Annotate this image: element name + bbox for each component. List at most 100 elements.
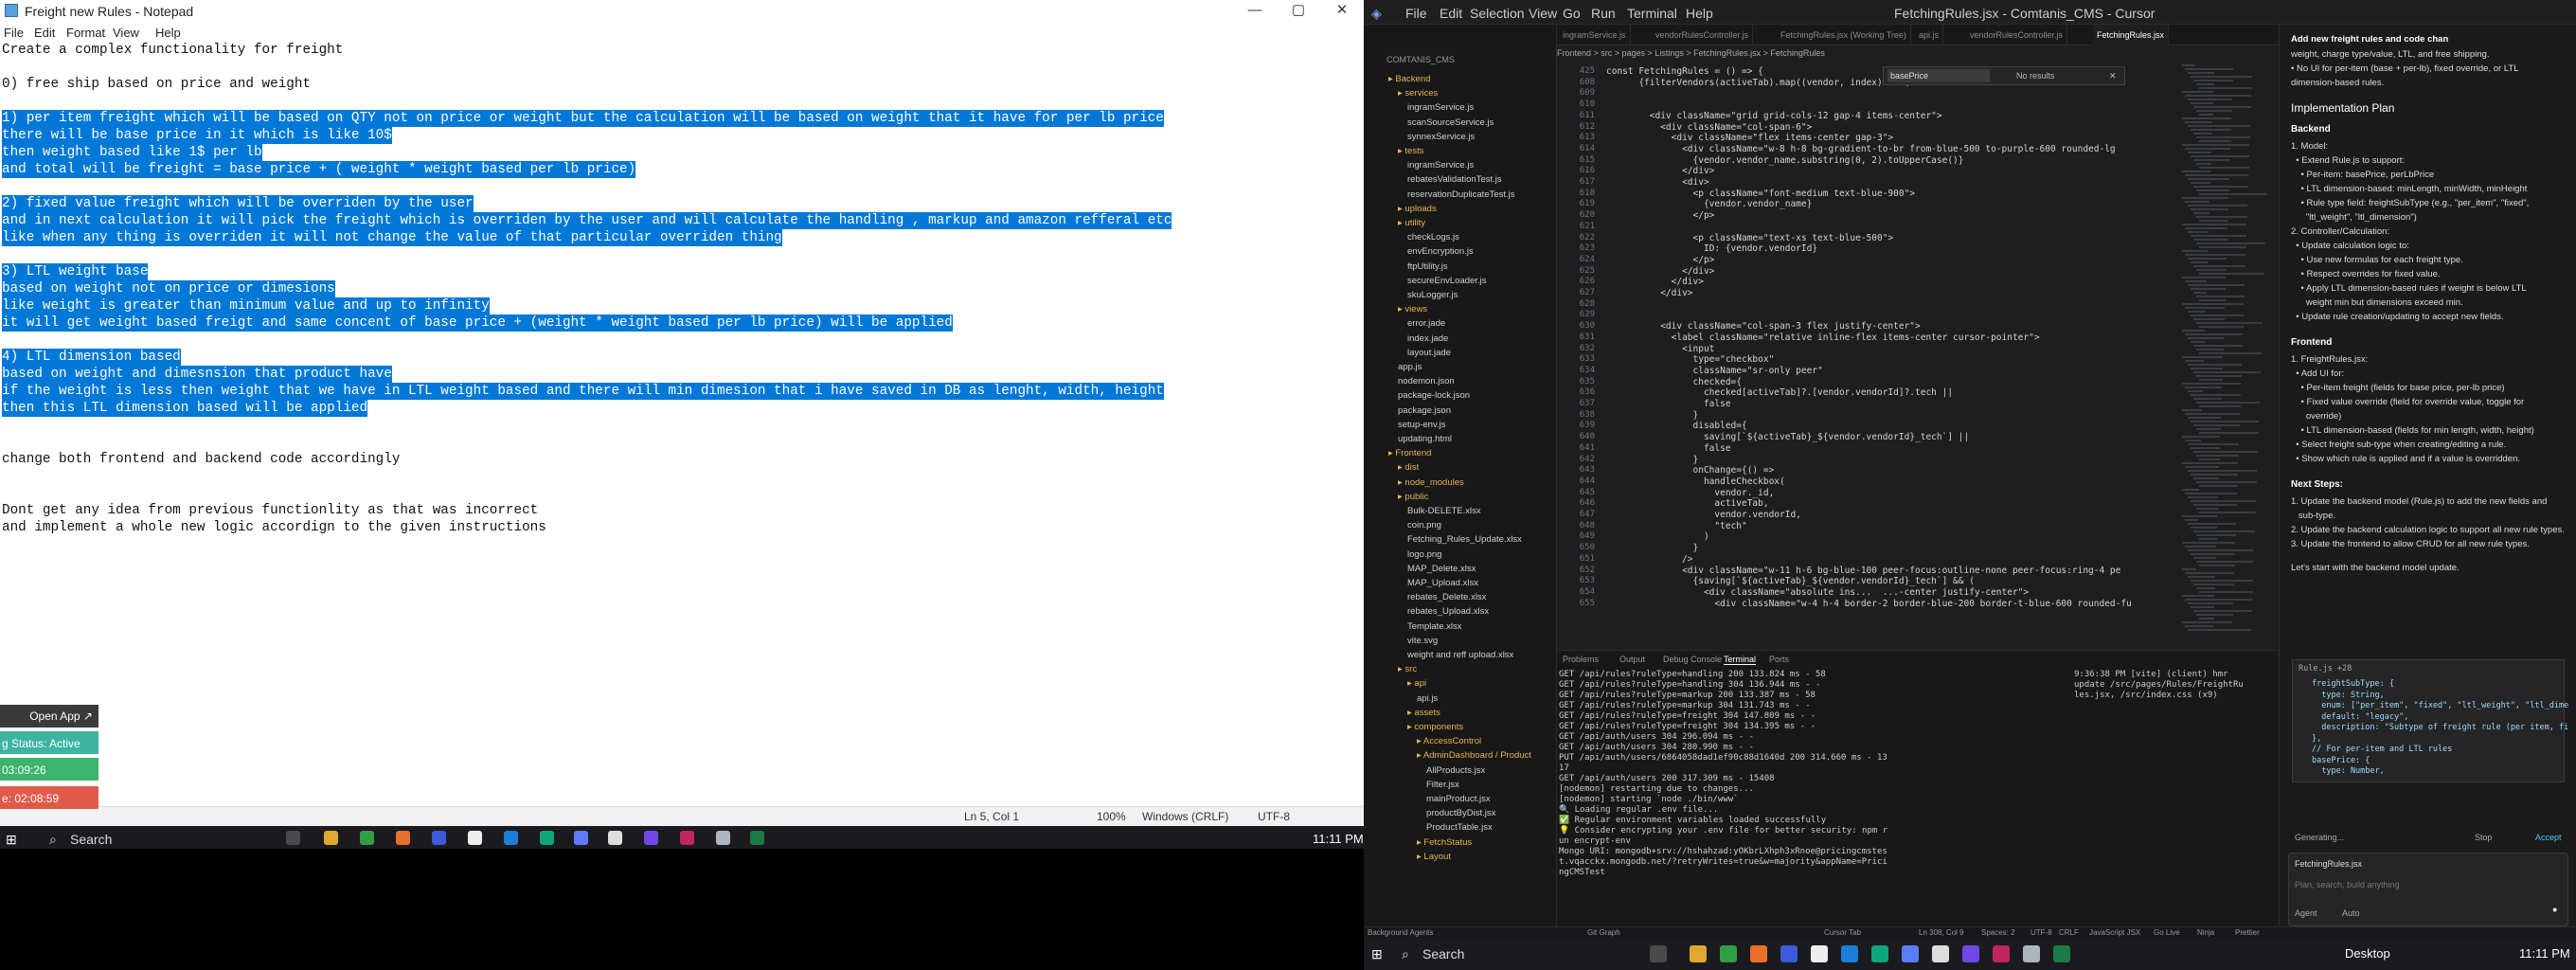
menu-run[interactable]: Run <box>1591 6 1616 21</box>
cursor-taskbar-icon[interactable] <box>1932 945 1949 962</box>
file-item[interactable]: MAP_Upload.xlsx <box>1407 578 1478 588</box>
file-item[interactable]: coin.png <box>1407 520 1441 530</box>
menu-help[interactable]: Help <box>155 26 181 40</box>
notepad-text-area[interactable]: Create a complex functionality for freig… <box>0 42 1364 799</box>
panel-tab-ports[interactable]: Ports <box>1769 655 1789 664</box>
menu-file[interactable]: File <box>1405 6 1427 21</box>
editor-tab[interactable]: vendorRulesController.js <box>1652 25 1754 45</box>
menu-edit[interactable]: Edit <box>34 26 55 40</box>
editor-tab[interactable]: FetchingRules.jsx (Working Tree) <box>1777 25 1911 45</box>
app-icon-1[interactable] <box>432 831 446 845</box>
app-icon-6[interactable] <box>680 831 694 845</box>
file-explorer-icon[interactable] <box>1690 945 1707 962</box>
folder-item[interactable]: ▸ dist <box>1398 462 1419 473</box>
app-icon-5[interactable] <box>574 831 588 845</box>
notepad-taskbar-icon[interactable] <box>608 831 622 845</box>
file-item[interactable]: rebates_Upload.xlsx <box>1407 606 1489 617</box>
folder-item[interactable]: ▸ node_modules <box>1398 477 1464 488</box>
chat-input-box[interactable]: Generating... Stop Accept FetchingRules.… <box>2288 833 2568 926</box>
folder-item[interactable]: ▸ tests <box>1398 146 1423 156</box>
file-item[interactable]: index.jade <box>1407 333 1448 344</box>
file-item[interactable]: scanSourceService.js <box>1407 117 1494 128</box>
file-item[interactable]: updating.html <box>1398 434 1452 444</box>
folder-item[interactable]: ▸ AdminDashboard / Product <box>1417 750 1531 761</box>
file-item[interactable]: MAP_Delete.xlsx <box>1407 564 1476 574</box>
file-item[interactable]: checkLogs.js <box>1407 232 1459 242</box>
status-item[interactable]: Spaces: 2 <box>1981 928 2015 937</box>
file-item[interactable]: synnexService.js <box>1407 132 1475 142</box>
search-icon[interactable]: ⌕ <box>1402 946 1409 962</box>
file-item[interactable]: Fetching_Rules_Update.xlsx <box>1407 534 1522 545</box>
file-item[interactable]: Bulk-DELETE.xlsx <box>1407 506 1481 516</box>
file-item[interactable]: error.jade <box>1407 318 1445 329</box>
status-item[interactable]: Cursor Tab <box>1824 928 1861 937</box>
chat-input[interactable]: Plan, search, build anything <box>2295 880 2400 889</box>
menu-edit[interactable]: Edit <box>1440 6 1462 21</box>
status-item[interactable]: Ninja <box>2197 928 2214 937</box>
file-item[interactable]: AllProducts.jsx <box>1426 765 1485 776</box>
app-icon-3[interactable] <box>1841 945 1858 962</box>
terminal-output-vite[interactable]: 9:36:38 PM [vite] (client) hmr update /s… <box>2074 670 2263 701</box>
stop-button[interactable]: Stop <box>2475 833 2493 842</box>
file-item[interactable]: Template.xlsx <box>1407 621 1462 632</box>
agent-mode-select[interactable]: Agent <box>2295 908 2317 918</box>
editor-tab[interactable]: vendorRulesController.js <box>1966 25 2068 45</box>
file-item[interactable]: package.json <box>1398 405 1451 416</box>
app-icon-5[interactable] <box>1902 945 1919 962</box>
folder-item[interactable]: ▸ public <box>1398 492 1428 502</box>
find-input[interactable]: basePrice <box>1887 69 1990 82</box>
onenote-icon[interactable] <box>1962 945 1979 962</box>
file-item[interactable]: rebatesValidationTest.js <box>1407 174 1502 185</box>
menu-terminal[interactable]: Terminal <box>1627 6 1677 21</box>
file-item[interactable]: app.js <box>1398 362 1422 372</box>
folder-item[interactable]: ▸ AccessControl <box>1417 736 1481 746</box>
search-icon[interactable]: ⌕ <box>49 832 57 848</box>
folder-item[interactable]: ▸ utility <box>1398 218 1425 228</box>
folder-item[interactable]: ▸ components <box>1407 722 1463 732</box>
taskbar-search[interactable]: Search <box>1422 946 1464 961</box>
file-item[interactable]: logo.png <box>1407 549 1441 560</box>
folder-item[interactable]: ▸ FetchStatus <box>1417 837 1472 848</box>
folder-item[interactable]: ▸ Frontend <box>1388 448 1431 458</box>
firefox-icon[interactable] <box>1750 945 1767 962</box>
app-icon-1[interactable] <box>1780 945 1798 962</box>
folder-item[interactable]: ▸ views <box>1398 304 1427 314</box>
app-icon-6[interactable] <box>1993 945 2010 962</box>
excel-icon[interactable] <box>2053 945 2070 962</box>
panel-tab-debug-console[interactable]: Debug Console <box>1663 655 1722 664</box>
status-item[interactable]: Go Live <box>2154 928 2180 937</box>
file-item[interactable]: productByDist.jsx <box>1426 808 1495 818</box>
folder-item[interactable]: ▸ Backend <box>1388 74 1430 84</box>
file-item[interactable]: rebates_Delete.xlsx <box>1407 592 1486 602</box>
panel-tab-problems[interactable]: Problems <box>1563 655 1599 664</box>
show-desktop[interactable]: Desktop <box>2345 946 2390 961</box>
file-item[interactable]: ftpUtility.js <box>1407 261 1448 272</box>
menu-selection[interactable]: Selection <box>1470 6 1525 21</box>
file-item[interactable]: layout.jade <box>1407 348 1451 358</box>
excel-icon[interactable] <box>750 831 764 845</box>
file-item[interactable]: reservationDuplicateTest.js <box>1407 189 1515 200</box>
app-icon-4[interactable] <box>1871 945 1888 962</box>
chrome-icon[interactable] <box>1720 945 1737 962</box>
file-item[interactable]: Filter.jsx <box>1426 780 1459 790</box>
maximize-button[interactable]: ▢ <box>1277 0 1320 23</box>
code-editor[interactable]: 425 const FetchingRules = () => {608 {fil… <box>1557 61 2182 650</box>
editor-tab[interactable]: api.js <box>1915 25 1944 45</box>
file-item[interactable]: mainProduct.jsx <box>1426 794 1491 804</box>
file-explorer-icon[interactable] <box>324 831 338 845</box>
folder-item[interactable]: ▸ assets <box>1407 708 1440 718</box>
status-item[interactable]: JavaScript JSX <box>2089 928 2140 937</box>
windows-start-icon[interactable]: ⊞ <box>1371 946 1383 962</box>
terminal-output[interactable]: GET /api/rules?ruleType=handling 200 133… <box>1559 670 2051 878</box>
file-item[interactable]: envEncryption.js <box>1407 246 1474 257</box>
file-item[interactable]: ingramService.js <box>1407 102 1474 113</box>
close-icon[interactable]: ✕ <box>2109 71 2117 81</box>
app-icon-2[interactable] <box>468 831 482 845</box>
file-item[interactable]: secureEnvLoader.js <box>1407 276 1486 286</box>
open-app-button[interactable]: Open App ↗ <box>0 705 98 728</box>
file-item[interactable]: nodemon.json <box>1398 376 1455 386</box>
folder-item[interactable]: ▸ api <box>1407 678 1426 689</box>
status-item[interactable]: Prettier <box>2235 928 2260 937</box>
folder-item[interactable]: ▸ services <box>1398 88 1438 99</box>
status-item[interactable]: Ln 308, Col 9 <box>1919 928 1964 937</box>
